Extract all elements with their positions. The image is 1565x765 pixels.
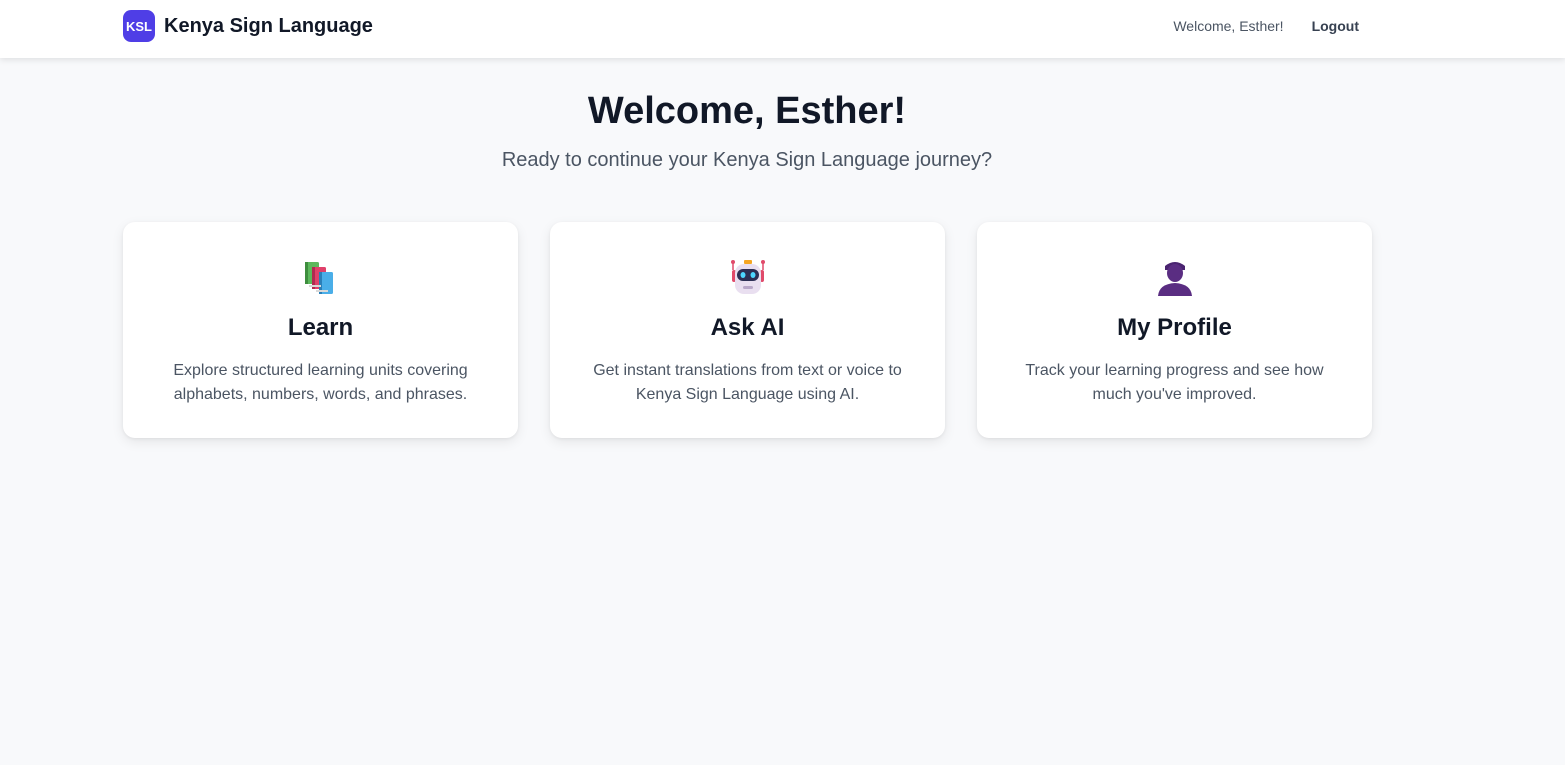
learn-card-title: Learn <box>287 314 354 341</box>
ask-ai-card[interactable]: Ask AI Get instant translations from tex… <box>550 222 945 438</box>
learn-card[interactable]: Learn Explore structured learning units … <box>123 222 518 438</box>
learn-card-description: Explore structured learning units coveri… <box>173 362 468 403</box>
feature-cards: Learn Explore structured learning units … <box>123 222 1372 438</box>
brand-name: Kenya Sign Language <box>164 14 373 37</box>
nav-user-area: Welcome, Esther! Logout <box>1173 18 1359 34</box>
logout-button[interactable]: Logout <box>1312 18 1359 34</box>
page-subtitle: Ready to continue your Kenya Sign Langua… <box>501 149 993 171</box>
profile-card-title: My Profile <box>1117 314 1232 341</box>
ksl-logo: KSL <box>123 10 155 42</box>
user-silhouette-icon <box>1157 262 1192 296</box>
ask-ai-card-description: Get instant translations from text or vo… <box>593 362 902 403</box>
nav-welcome-text: Welcome, Esther! <box>1173 18 1284 34</box>
page-title: Welcome, Esther! <box>587 90 907 132</box>
robot-icon <box>730 260 765 294</box>
top-navbar: KSL Kenya Sign Language Welcome, Esther!… <box>0 0 1565 58</box>
ask-ai-card-title: Ask AI <box>710 314 785 341</box>
books-icon <box>304 262 333 294</box>
profile-card-description: Track your learning progress and see how… <box>1025 362 1324 403</box>
brand-link[interactable]: KSL Kenya Sign Language <box>123 10 373 42</box>
profile-card[interactable]: My Profile Track your learning progress … <box>977 222 1372 438</box>
